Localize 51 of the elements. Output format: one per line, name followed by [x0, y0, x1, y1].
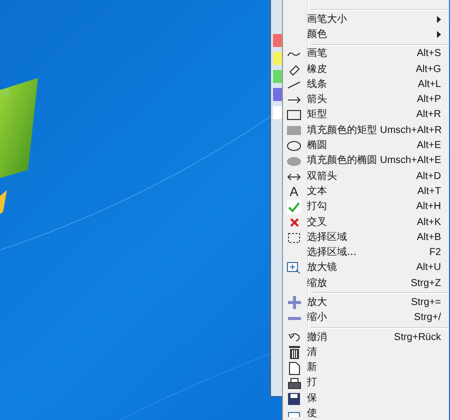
filled-ellipse-icon [287, 156, 301, 166]
menu-item[interactable]: 画笔大小 [283, 12, 449, 28]
color-swatch[interactable] [273, 52, 282, 65]
menu-item[interactable]: 放大 Strg+= [283, 295, 449, 311]
menu-item[interactable]: 填充颜色的矩型 Umsch+Alt+R [283, 123, 449, 138]
menu-item[interactable]: 选择区域 Alt+B [283, 230, 449, 246]
cross-icon [290, 218, 298, 227]
eraser-icon [288, 64, 300, 76]
menu-item[interactable]: 双箭头 Alt+D [283, 168, 449, 184]
menu-item[interactable]: 线条 Alt+L [283, 77, 449, 92]
menu-item[interactable]: 画笔 Alt+S [283, 46, 449, 62]
double-arrow-icon [287, 172, 301, 181]
ellipse-icon [287, 141, 301, 152]
document-icon [288, 362, 300, 375]
menu-item[interactable]: A 文本 Alt+T [283, 184, 449, 200]
menu-item[interactable]: 填充颜色的椭圆 Umsch+Alt+E [283, 154, 449, 169]
trash-icon [288, 346, 300, 360]
selection-icon [287, 232, 301, 244]
menu-item[interactable]: 矩型 Alt+R [283, 108, 449, 124]
magnifier-icon [287, 262, 301, 274]
menu-item[interactable]: 保 [283, 391, 449, 406]
color-swatch[interactable] [273, 88, 282, 101]
menu-item[interactable]: 椭圆 Alt+E [283, 138, 449, 154]
menu-item[interactable]: 新 [283, 360, 449, 376]
printer-icon [288, 378, 300, 389]
menu-item[interactable]: 颜色 [283, 27, 449, 43]
menu-item[interactable]: 清 [283, 345, 449, 361]
menu-item[interactable]: 橡皮 Alt+G [283, 62, 449, 78]
minus-icon [288, 316, 300, 320]
menu-item[interactable]: 放大镜 Alt+U [283, 260, 449, 276]
menu-item[interactable]: 交叉 Alt+K [283, 214, 449, 230]
plus-icon [288, 296, 300, 310]
color-swatch[interactable] [273, 34, 282, 47]
filled-rectangle-icon [287, 126, 301, 136]
undo-icon [288, 333, 300, 342]
line-icon [287, 80, 301, 89]
menu-item[interactable]: 撤消 Strg+Rück [283, 330, 449, 346]
color-swatch[interactable] [273, 70, 282, 83]
window-icon [288, 412, 300, 417]
arrow-icon [287, 96, 301, 104]
menu-item[interactable]: 打勾 Alt+H [283, 200, 449, 215]
menu-item[interactable]: 缩放 Strg+Z [283, 276, 449, 292]
menu-item[interactable]: 打 [283, 376, 449, 392]
color-swatch[interactable] [273, 106, 282, 119]
menu-item[interactable]: 选择区域... F2 [283, 245, 449, 261]
text-tool-icon: A [290, 185, 298, 198]
menu-item[interactable]: 使 [283, 406, 449, 420]
menu-item[interactable]: 缩小 Strg+/ [283, 310, 449, 326]
menu-item[interactable]: 箭头 Alt+P [283, 92, 449, 108]
rectangle-icon [287, 110, 301, 120]
squiggle-icon [287, 50, 301, 58]
